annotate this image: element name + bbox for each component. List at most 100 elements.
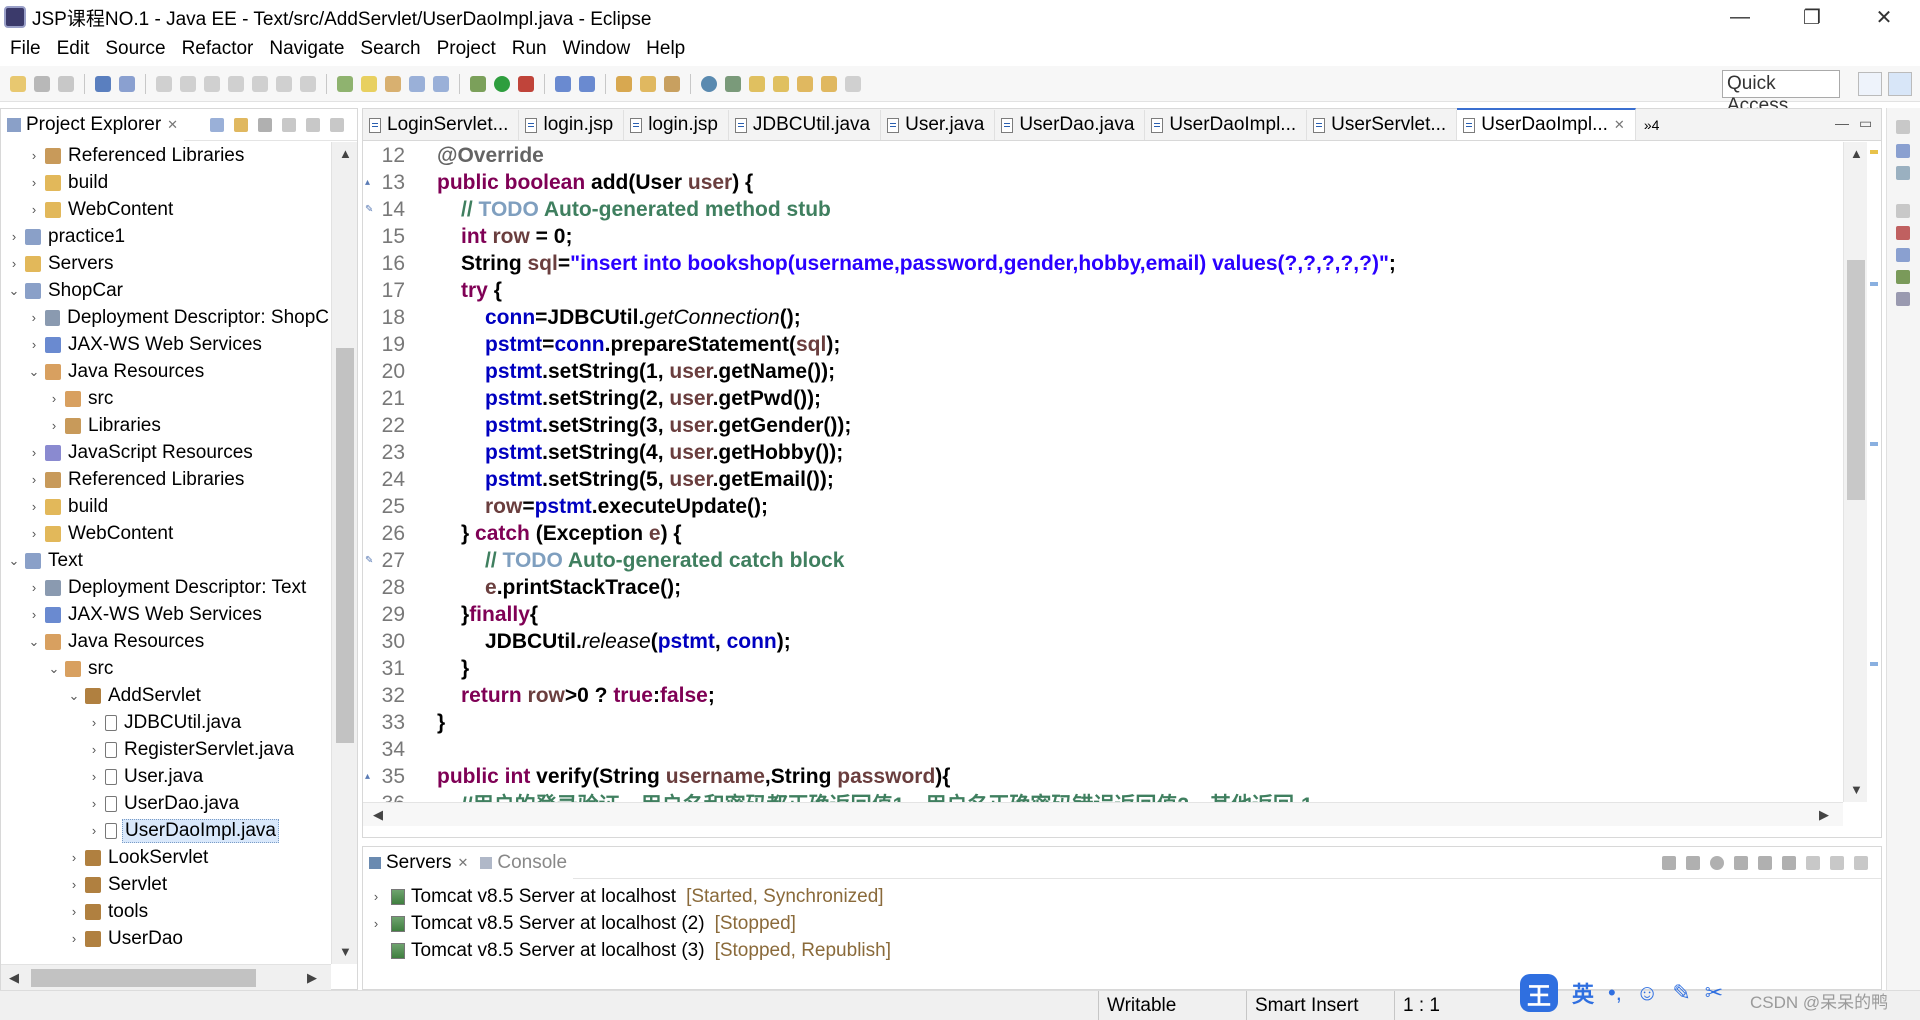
suspend-icon[interactable] [180,75,196,92]
code-line[interactable]: ▴ 13 public boolean add(User user) { [363,169,1843,196]
code-line[interactable]: 32 return row>0 ? true:false; [363,682,1843,709]
explorer-horizontal-scrollbar[interactable]: ◀ ▶ [1,964,331,990]
minimize-editor-icon[interactable]: — [1835,115,1849,131]
menu-refactor[interactable]: Refactor [174,38,262,60]
view-menu-icon[interactable] [1806,855,1820,870]
block-select-icon[interactable] [385,75,401,92]
tree-item[interactable]: › UserDaoImpl.java [1,817,331,844]
show-whitespace-icon[interactable] [409,75,425,92]
ime-scissors-icon[interactable]: ✂ [1705,980,1723,1006]
code-line[interactable]: 21 pstmt.setString(2, user.getPwd()); [363,385,1843,412]
ime-language-toggle[interactable]: 英 [1572,977,1594,1009]
chevron-right-icon[interactable]: › [27,148,41,163]
todo-marker[interactable] [1870,442,1878,446]
server-row[interactable]: › Tomcat v8.5 Server at localhost (2) [Sto… [363,910,1881,937]
chevron-right-icon[interactable]: › [7,229,21,244]
start-server-icon[interactable] [1710,855,1724,870]
menu-window[interactable]: Window [555,38,639,60]
code-line[interactable]: 18 conn=JDBCUtil.getConnection(); [363,304,1843,331]
menu-edit[interactable]: Edit [49,38,98,60]
chevron-right-icon[interactable]: › [67,904,81,919]
menu-search[interactable]: Search [352,38,428,60]
maximize-view-icon[interactable] [330,117,344,132]
tree-item[interactable]: ⌄ Java Resources [1,628,331,655]
debug-icon[interactable] [470,75,486,92]
editor-horizontal-scrollbar[interactable]: ◀ ▶ [363,802,1843,826]
scroll-right-icon[interactable]: ▶ [1819,807,1829,823]
code-line[interactable]: 28 e.printStackTrace(); [363,574,1843,601]
server-row[interactable]: › Tomcat v8.5 Server at localhost [Started… [363,883,1881,910]
open-folder-icon[interactable] [640,75,656,92]
editor-tab[interactable]: UserServlet... [1307,110,1458,140]
tree-item[interactable]: › Libraries [1,412,331,439]
editor-tab[interactable]: login.jsp [624,110,729,140]
chevron-down-icon[interactable]: ⌄ [7,283,21,299]
tree-item[interactable]: › LookServlet [1,844,331,871]
tab-servers[interactable]: Servers ✕ [363,846,475,879]
minimize-button[interactable]: — [1704,0,1776,34]
quick-access-field[interactable]: Quick Access [1722,70,1840,116]
chevron-down-icon[interactable]: ⌄ [27,634,41,650]
restore-icon[interactable] [1896,120,1910,134]
chevron-right-icon[interactable]: › [67,931,81,946]
maximize-editor-icon[interactable]: ▭ [1859,115,1872,132]
chevron-right-icon[interactable]: › [47,391,61,406]
chevron-down-icon[interactable]: ⌄ [47,661,61,677]
terminal-icon[interactable] [95,75,111,92]
maximize-button[interactable]: ❐ [1776,0,1848,34]
todo-marker[interactable] [1870,662,1878,666]
scrollbar-thumb[interactable] [31,969,256,987]
code-line[interactable]: ✎ 27// TODO Auto-generated catch block [363,547,1843,574]
chevron-right-icon[interactable]: › [27,310,41,325]
chevron-right-icon[interactable]: › [67,850,81,865]
last-edit-icon[interactable] [797,75,813,92]
run-icon[interactable] [494,75,510,92]
tree-item[interactable]: › WebContent [1,196,331,223]
code-line[interactable]: 17 try { [363,277,1843,304]
tab-project-explorer[interactable]: Project Explorer ✕ [1,108,185,141]
tree-item[interactable]: › practice1 [1,223,331,250]
scrollbar-thumb[interactable] [336,348,354,743]
chevron-right-icon[interactable]: › [27,337,41,352]
chevron-right-icon[interactable]: › [27,175,41,190]
scroll-down-icon[interactable]: ▼ [339,944,352,959]
chevron-right-icon[interactable]: › [87,715,101,730]
chevron-right-icon[interactable]: › [7,256,21,271]
toggle-mark-icon[interactable] [337,75,353,92]
ime-logo[interactable]: 王 [1520,974,1558,1012]
code-line[interactable]: 12 @Override [363,142,1843,169]
view-menu-icon[interactable] [282,117,296,132]
tree-item[interactable]: › Deployment Descriptor: ShopC [1,304,331,331]
link-with-editor-icon[interactable] [234,117,248,132]
save-all-icon[interactable] [58,75,74,92]
tree-item[interactable]: › src [1,385,331,412]
chevron-right-icon[interactable]: › [27,526,41,541]
tree-item[interactable]: › JDBCUtil.java [1,709,331,736]
menu-help[interactable]: Help [638,38,693,60]
scroll-up-icon[interactable]: ▲ [1850,146,1863,161]
more-tabs-button[interactable]: »4 [1644,117,1660,133]
tree-item[interactable]: ⌄ Java Resources [1,358,331,385]
maximize-view-icon[interactable] [1854,855,1868,870]
new-server-icon[interactable] [555,75,571,92]
menu-run[interactable]: Run [504,38,555,60]
close-button[interactable]: ✕ [1848,0,1920,34]
chevron-right-icon[interactable]: › [87,742,101,757]
properties-icon[interactable] [1896,248,1910,262]
ime-punctuation-icon[interactable]: •, [1608,980,1622,1006]
collapse-all-icon[interactable] [210,117,224,132]
step-into-icon[interactable] [252,75,268,92]
chevron-right-icon[interactable]: › [27,472,41,487]
open-type-icon[interactable] [616,75,632,92]
editor-tab[interactable]: UserDao.java [995,110,1146,140]
close-icon[interactable]: ✕ [457,855,468,871]
chevron-right-icon[interactable]: › [87,823,101,838]
snippets-icon[interactable] [1896,292,1910,306]
task-list-icon[interactable] [1896,166,1910,180]
tree-item[interactable]: › tools [1,898,331,925]
chevron-right-icon[interactable]: › [369,889,383,904]
close-icon[interactable]: ✕ [167,117,178,133]
editor-tab[interactable]: LoginServlet... [363,110,520,140]
code-line[interactable]: ✎ 14// TODO Auto-generated method stub [363,196,1843,223]
tree-item[interactable]: › JavaScript Resources [1,439,331,466]
